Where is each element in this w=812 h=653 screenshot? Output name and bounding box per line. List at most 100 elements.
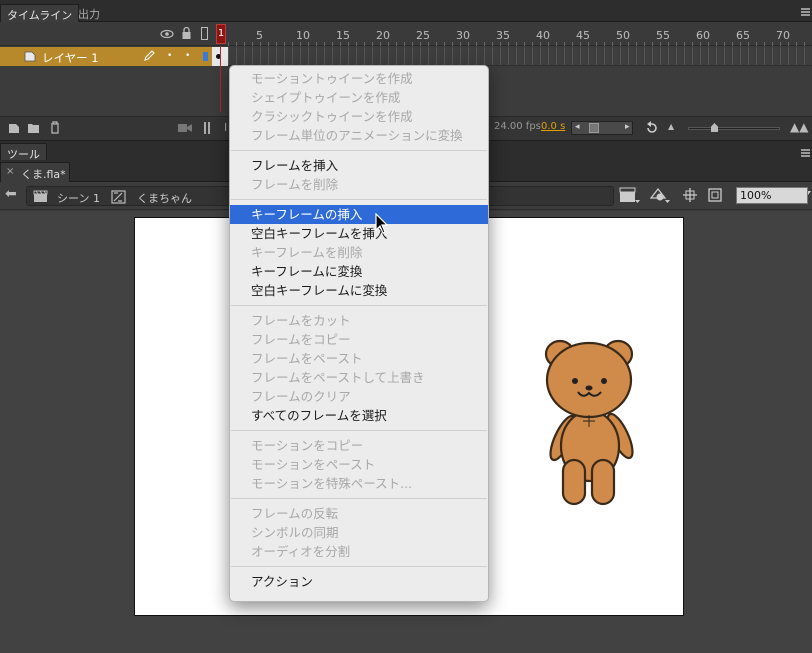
menu-item[interactable]: シェイプトゥイーンを作成 bbox=[230, 88, 488, 107]
edit-symbol-icon[interactable] bbox=[649, 186, 671, 204]
frame-tick bbox=[548, 42, 549, 46]
slider-thumb[interactable] bbox=[711, 123, 718, 132]
tab-timeline[interactable]: タイムライン bbox=[0, 4, 80, 22]
frame-tick bbox=[380, 42, 381, 46]
lock-dot[interactable]: • bbox=[185, 51, 190, 61]
frame-tick bbox=[404, 42, 405, 46]
frame-tick bbox=[732, 42, 733, 46]
edit-scene-icon[interactable] bbox=[619, 186, 641, 204]
frame-tick bbox=[780, 42, 781, 46]
close-tab-icon[interactable]: × bbox=[6, 166, 14, 177]
layer-name[interactable]: レイヤー 1 bbox=[42, 50, 99, 66]
back-arrow-icon[interactable]: ⬅ bbox=[5, 186, 17, 202]
frame-tick bbox=[348, 42, 349, 46]
pause-icon[interactable] bbox=[204, 122, 210, 134]
menu-item[interactable]: 空白キーフレームを挿入 bbox=[230, 224, 488, 243]
menu-item[interactable]: クラシックトゥイーンを作成 bbox=[230, 107, 488, 126]
menu-item[interactable]: フレームをペースト bbox=[230, 349, 488, 368]
loop-icon[interactable] bbox=[645, 121, 659, 135]
fps-readout[interactable]: 24.00 fps bbox=[494, 121, 541, 132]
frame-tick bbox=[452, 42, 453, 46]
frame-tick bbox=[340, 42, 341, 46]
frame-tick bbox=[588, 42, 589, 46]
menu-item[interactable]: 空白キーフレームに変換 bbox=[230, 281, 488, 300]
frame-tick bbox=[268, 42, 269, 46]
menu-item[interactable]: モーションをコピー bbox=[230, 436, 488, 455]
menu-item[interactable]: オーディオを分割 bbox=[230, 542, 488, 561]
visibility-dot[interactable]: • bbox=[167, 51, 172, 61]
camera-icon[interactable] bbox=[178, 123, 192, 133]
menu-item[interactable]: フレームを削除 bbox=[230, 175, 488, 194]
outline-color-swatch[interactable] bbox=[203, 52, 208, 61]
scroll-right-icon[interactable]: ▸ bbox=[625, 122, 630, 132]
breadcrumb-symbol[interactable]: くまちゃん bbox=[137, 190, 192, 206]
new-folder-icon[interactable] bbox=[27, 122, 40, 134]
frame-tick bbox=[532, 42, 533, 46]
frame-tick bbox=[236, 42, 237, 46]
frame-tick bbox=[316, 42, 317, 46]
document-tab[interactable]: × くま.fla* bbox=[0, 162, 70, 182]
outline-icon[interactable] bbox=[201, 27, 208, 40]
frame-tick bbox=[596, 42, 597, 46]
layer-row[interactable]: レイヤー 1 • • bbox=[0, 47, 228, 66]
frame-tick bbox=[524, 42, 525, 46]
menu-item[interactable]: フレームをカット bbox=[230, 311, 488, 330]
menu-item[interactable]: フレームを挿入 bbox=[230, 156, 488, 175]
new-layer-icon[interactable] bbox=[8, 122, 20, 134]
frame-ruler[interactable]: 5 10 15 20 25 30 35 40 45 50 55 60 65 70 bbox=[228, 22, 812, 46]
eye-icon[interactable] bbox=[160, 28, 174, 40]
frame-tick bbox=[244, 42, 245, 46]
frame-size-slider[interactable] bbox=[688, 123, 780, 132]
zoom-value: 100% bbox=[740, 189, 772, 202]
breadcrumb-scene[interactable]: シーン 1 bbox=[57, 190, 100, 206]
menu-item[interactable]: モーショントゥイーンを作成 bbox=[230, 69, 488, 88]
layer-frames[interactable] bbox=[228, 47, 812, 66]
frame-tick bbox=[396, 42, 397, 46]
menu-item[interactable]: フレームのクリア bbox=[230, 387, 488, 406]
menu-item[interactable]: フレームをペーストして上書き bbox=[230, 368, 488, 387]
menu-item[interactable]: シンボルの同期 bbox=[230, 523, 488, 542]
tab-tools[interactable]: ツール bbox=[0, 143, 47, 161]
menu-item[interactable]: フレームの反転 bbox=[230, 504, 488, 523]
scrubber-thumb[interactable] bbox=[589, 123, 599, 133]
frame-scrubber[interactable]: ◂ ▸ bbox=[571, 121, 633, 135]
menu-item[interactable]: キーフレームに変換 bbox=[230, 262, 488, 281]
scroll-left-icon[interactable]: ◂ bbox=[575, 122, 580, 132]
frame-number-label: 25 bbox=[416, 29, 430, 42]
frame-number-label: 55 bbox=[656, 29, 670, 42]
menu-item[interactable]: フレームをコピー bbox=[230, 330, 488, 349]
tab-output[interactable]: 出力 bbox=[72, 4, 106, 22]
time-readout[interactable]: 0.0 s bbox=[541, 121, 565, 132]
zoom-large-icon[interactable]: ▲▲ bbox=[790, 120, 808, 134]
menu-item[interactable]: モーションをペースト bbox=[230, 455, 488, 474]
lock-icon[interactable] bbox=[181, 26, 192, 40]
snap-center-icon[interactable] bbox=[682, 187, 698, 203]
frame-tick bbox=[508, 42, 509, 46]
frame-tick bbox=[500, 42, 501, 46]
menu-separator bbox=[231, 430, 487, 431]
frame-number-label: 60 bbox=[696, 29, 710, 42]
menu-item[interactable]: キーフレームを削除 bbox=[230, 243, 488, 262]
menu-item[interactable]: すべてのフレームを選択 bbox=[230, 406, 488, 425]
menu-item[interactable]: キーフレームの挿入 bbox=[230, 205, 488, 224]
frame-tick bbox=[740, 42, 741, 46]
bear-character[interactable] bbox=[540, 336, 640, 508]
frame-tick bbox=[788, 42, 789, 46]
tools-panel-menu-icon[interactable] bbox=[801, 149, 810, 151]
zoom-small-icon[interactable]: ▲ bbox=[668, 122, 674, 131]
menu-item[interactable]: モーションを特殊ペースト... bbox=[230, 474, 488, 493]
document-tab-label: くま.fla* bbox=[21, 168, 66, 181]
frame-tick bbox=[412, 42, 413, 46]
trash-icon[interactable] bbox=[49, 121, 61, 134]
frame-tick bbox=[804, 42, 805, 46]
menu-item[interactable]: アクション bbox=[230, 572, 488, 591]
frame-tick bbox=[764, 42, 765, 46]
playhead[interactable]: 1 bbox=[216, 24, 226, 44]
clip-to-stage-icon[interactable] bbox=[707, 187, 723, 203]
panel-menu-icon[interactable] bbox=[801, 8, 810, 10]
menu-item[interactable]: フレーム単位のアニメーションに変換 bbox=[230, 126, 488, 145]
frame-tick bbox=[356, 42, 357, 46]
frame-tick bbox=[564, 42, 565, 46]
zoom-field[interactable]: 100% bbox=[736, 187, 808, 204]
frame-tick bbox=[700, 42, 701, 46]
